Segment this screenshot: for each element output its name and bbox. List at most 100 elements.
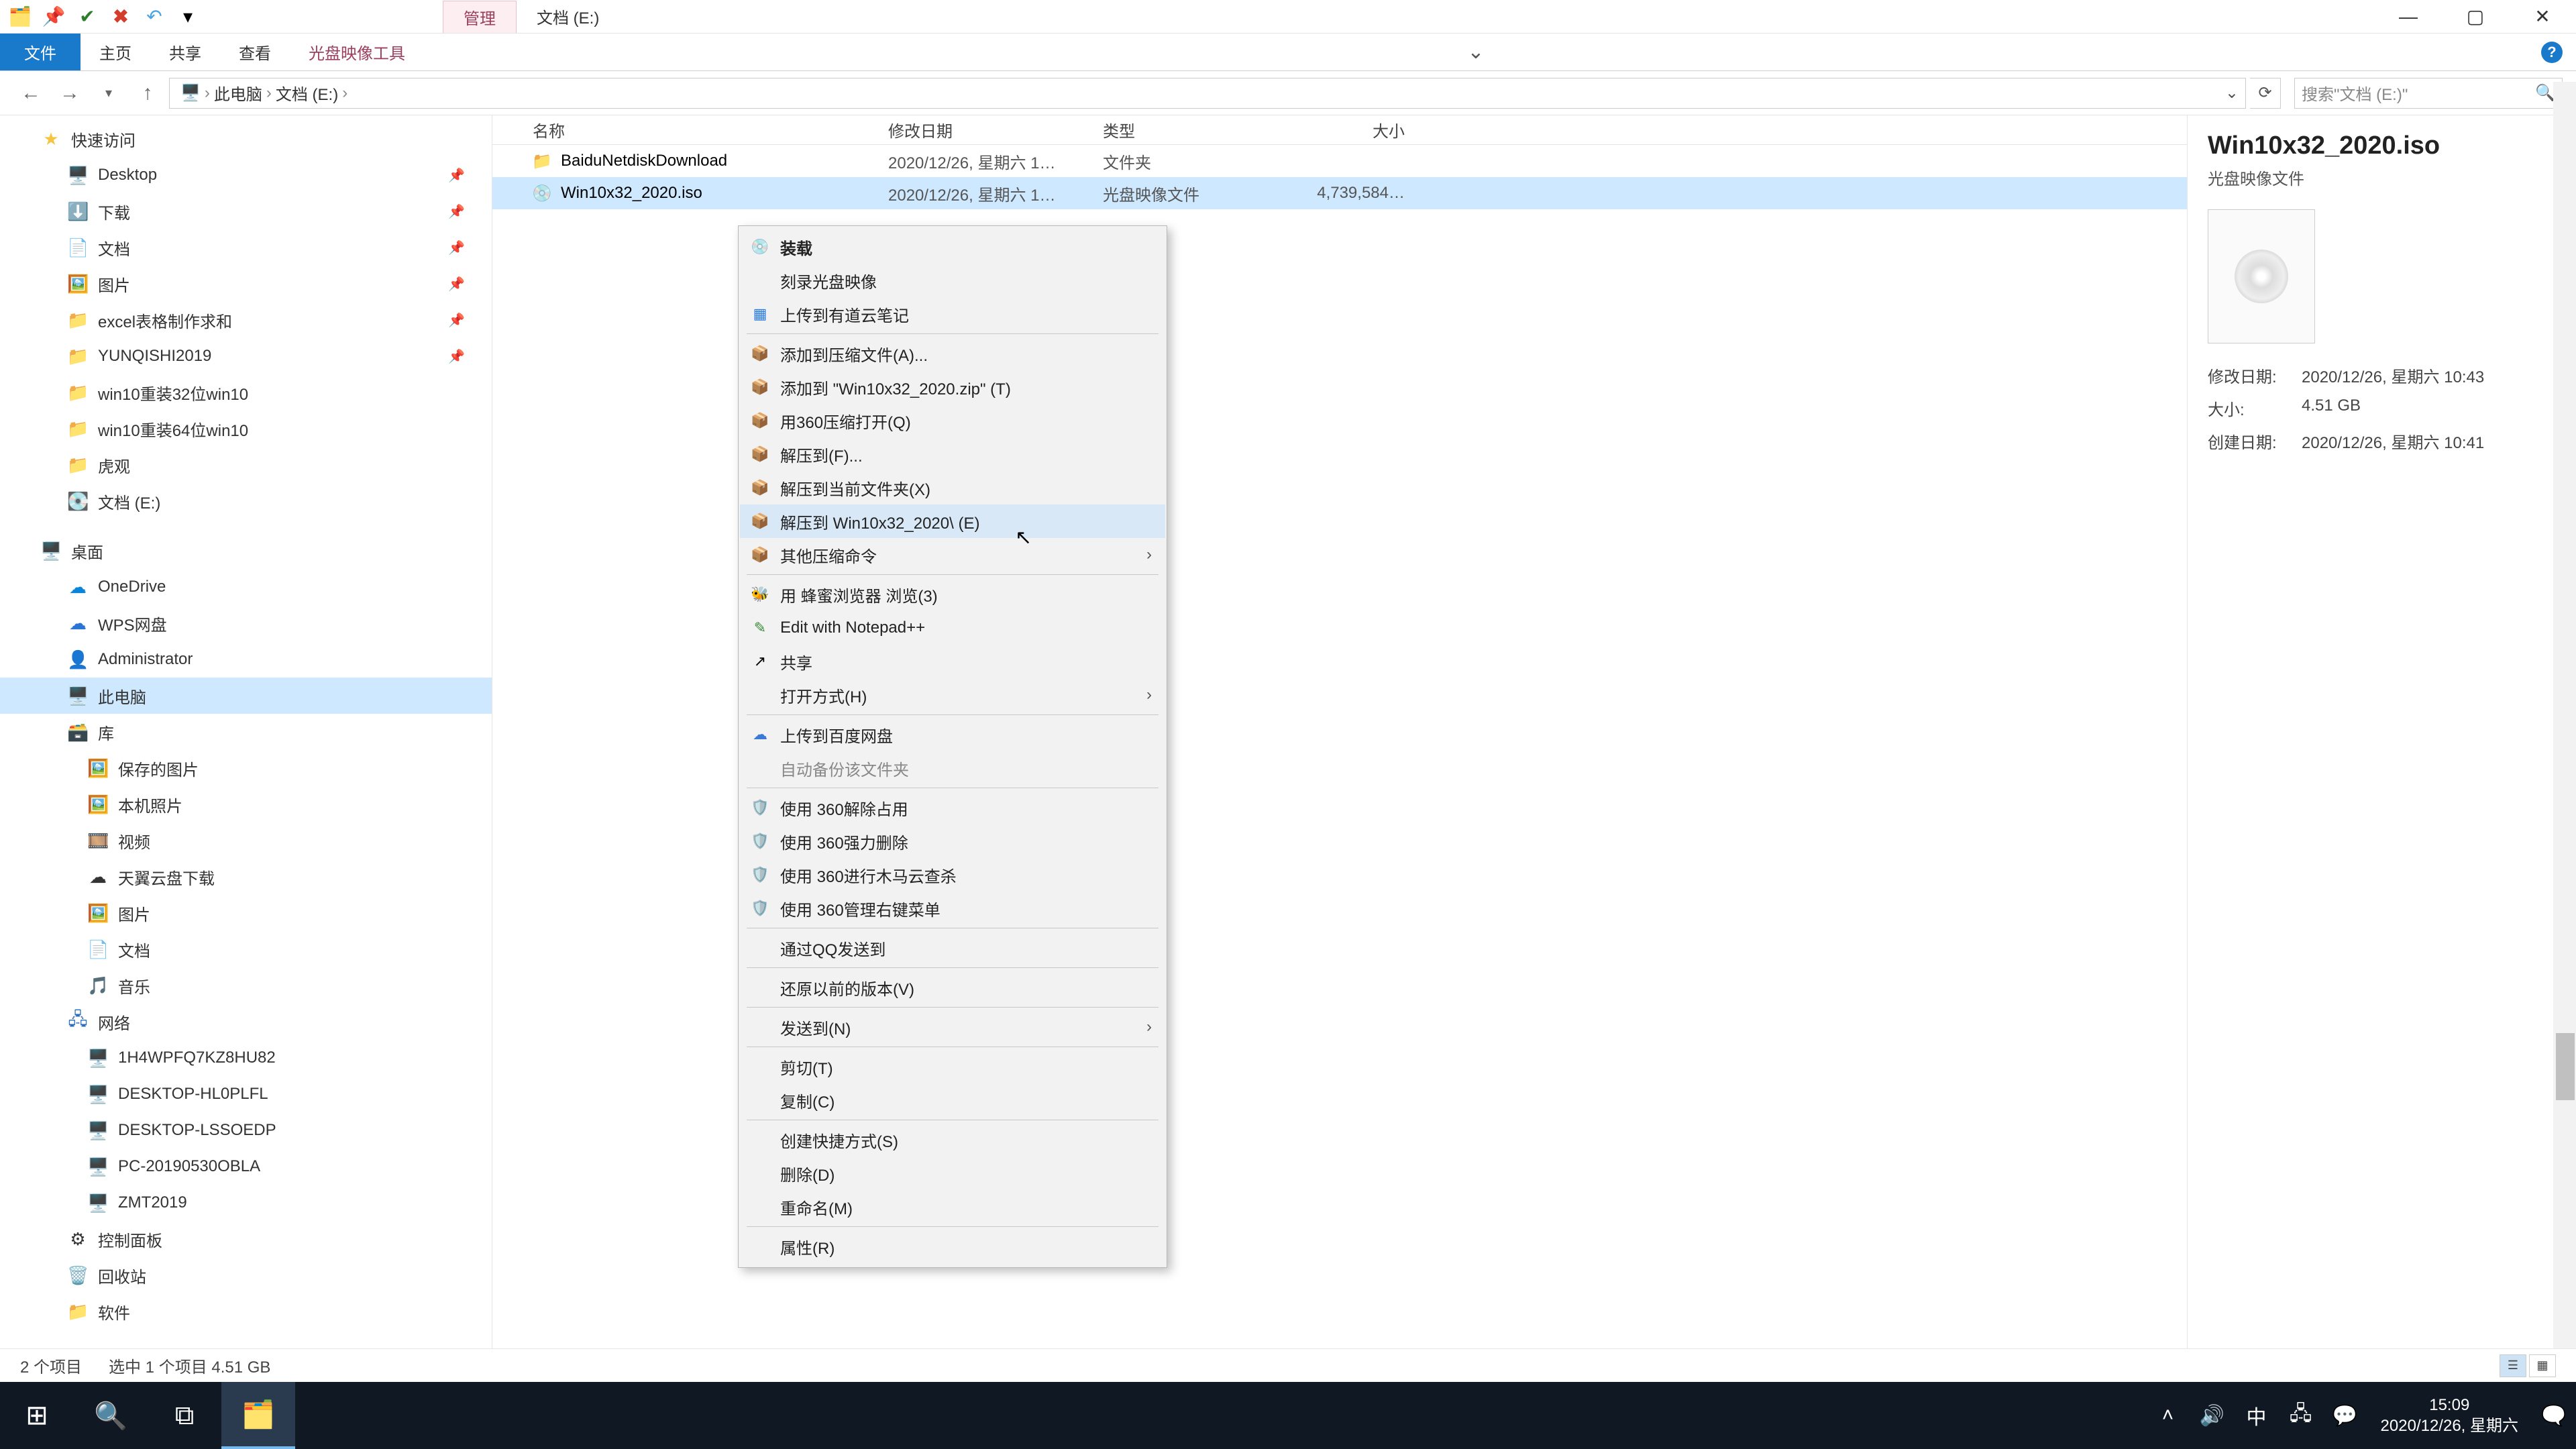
- clock[interactable]: 15:09 2020/12/26, 星期六: [2367, 1395, 2532, 1436]
- menu-360-trojan-scan[interactable]: 🛡️使用 360进行木马云查杀: [740, 858, 1165, 892]
- sidebar-control-panel[interactable]: ⚙控制面板: [0, 1221, 492, 1257]
- cross-icon[interactable]: ✖: [107, 3, 134, 30]
- ribbon-min-icon[interactable]: ⌄: [1467, 40, 1484, 64]
- menu-share[interactable]: ↗共享: [740, 645, 1165, 678]
- sidebar-admin[interactable]: 👤Administrator: [0, 641, 492, 678]
- menu-extract-to[interactable]: 📦解压到(F)...: [740, 437, 1165, 471]
- sidebar-item[interactable]: 🖼️保存的图片: [0, 750, 492, 786]
- col-date[interactable]: 修改日期: [888, 118, 1103, 142]
- table-row-selected[interactable]: 💿Win10x32_2020.iso 2020/12/26, 星期六 1… 光盘…: [492, 177, 2187, 209]
- sidebar-this-pc[interactable]: 🖥️此电脑: [0, 678, 492, 714]
- notification-icon[interactable]: 🗨️: [2532, 1382, 2576, 1449]
- menu-open-with[interactable]: 打开方式(H)›: [740, 678, 1165, 712]
- menu-rename[interactable]: 重命名(M): [740, 1190, 1165, 1224]
- sidebar-wps[interactable]: ☁WPS网盘: [0, 605, 492, 641]
- menu-360-unlock[interactable]: 🛡️使用 360解除占用: [740, 791, 1165, 824]
- menu-cut[interactable]: 剪切(T): [740, 1050, 1165, 1083]
- tab-view[interactable]: 查看: [220, 34, 290, 70]
- sidebar-item[interactable]: 🎞️视频: [0, 822, 492, 859]
- col-size[interactable]: 大小: [1291, 118, 1425, 142]
- chevron-down-icon[interactable]: ⌄: [2225, 83, 2239, 103]
- menu-add-zip[interactable]: 📦添加到 "Win10x32_2020.zip" (T): [740, 370, 1165, 404]
- menu-restore-previous[interactable]: 还原以前的版本(V): [740, 971, 1165, 1004]
- col-name[interactable]: 名称: [492, 118, 888, 142]
- ime-indicator[interactable]: 中: [2235, 1382, 2279, 1449]
- col-type[interactable]: 类型: [1103, 118, 1291, 142]
- start-button[interactable]: ⊞: [0, 1382, 74, 1449]
- sidebar-item[interactable]: ⬇️下载📌: [0, 193, 492, 229]
- maximize-button[interactable]: ▢: [2442, 0, 2509, 34]
- help-icon[interactable]: ?: [2541, 42, 2563, 63]
- sidebar-item[interactable]: 💽文档 (E:): [0, 483, 492, 519]
- forward-button[interactable]: →: [52, 78, 87, 108]
- view-icons-button[interactable]: ▦: [2529, 1354, 2556, 1377]
- menu-extract-dir[interactable]: 📦解压到 Win10x32_2020\ (E): [740, 504, 1165, 538]
- sidebar-item[interactable]: 🖥️1H4WPFQ7KZ8HU82: [0, 1040, 492, 1076]
- menu-qq-send[interactable]: 通过QQ发送到: [740, 931, 1165, 965]
- sidebar-item[interactable]: 🖥️Desktop📌: [0, 157, 492, 193]
- menu-youdao[interactable]: ▦上传到有道云笔记: [740, 297, 1165, 331]
- tab-disc-tools[interactable]: 光盘映像工具: [290, 34, 424, 70]
- manage-contextual-tab[interactable]: 管理: [443, 1, 517, 33]
- sidebar-item[interactable]: ☁天翼云盘下载: [0, 859, 492, 895]
- minimize-button[interactable]: —: [2375, 0, 2442, 34]
- sidebar-desktop[interactable]: 🖥️桌面: [0, 533, 492, 569]
- check-icon[interactable]: ✔: [74, 3, 101, 30]
- menu-create-shortcut[interactable]: 创建快捷方式(S): [740, 1123, 1165, 1157]
- sidebar-item[interactable]: 🖥️ZMT2019: [0, 1185, 492, 1221]
- volume-icon[interactable]: 🔊: [2190, 1382, 2235, 1449]
- menu-copy[interactable]: 复制(C): [740, 1083, 1165, 1117]
- sidebar-item[interactable]: 📄文档📌: [0, 229, 492, 266]
- menu-bee-browse[interactable]: 🐝用 蜂蜜浏览器 浏览(3): [740, 578, 1165, 611]
- sidebar-item[interactable]: 🖥️DESKTOP-LSSOEDP: [0, 1112, 492, 1148]
- sidebar-item[interactable]: 🖼️图片: [0, 895, 492, 931]
- back-button[interactable]: ←: [13, 78, 48, 108]
- menu-360-manage-menu[interactable]: 🛡️使用 360管理右键菜单: [740, 892, 1165, 925]
- sidebar-item[interactable]: 🖼️本机照片: [0, 786, 492, 822]
- table-row[interactable]: 📁BaiduNetdiskDownload 2020/12/26, 星期六 1……: [492, 145, 2187, 177]
- close-button[interactable]: ✕: [2509, 0, 2576, 34]
- tray-expand-icon[interactable]: ˄: [2146, 1382, 2190, 1449]
- sidebar-libraries[interactable]: 🗃️库: [0, 714, 492, 750]
- sidebar-recycle-bin[interactable]: 🗑️回收站: [0, 1257, 492, 1293]
- menu-other-compress[interactable]: 📦其他压缩命令›: [740, 538, 1165, 572]
- menu-delete[interactable]: 删除(D): [740, 1157, 1165, 1190]
- pin-icon[interactable]: 📌: [40, 3, 67, 30]
- menu-notepad[interactable]: ✎Edit with Notepad++: [740, 611, 1165, 645]
- network-icon[interactable]: 🖧: [2279, 1382, 2323, 1449]
- crumb-drive[interactable]: 文档 (E:): [272, 81, 342, 105]
- menu-extract-here[interactable]: 📦解压到当前文件夹(X): [740, 471, 1165, 504]
- undo-icon[interactable]: ↶: [141, 3, 168, 30]
- menu-360-force-delete[interactable]: 🛡️使用 360强力删除: [740, 824, 1165, 858]
- breadcrumb[interactable]: 🖥️ › 此电脑 › 文档 (E:) › ⌄: [169, 78, 2246, 109]
- menu-baidu-upload[interactable]: ☁上传到百度网盘: [740, 718, 1165, 751]
- search-input[interactable]: 搜索"文档 (E:)" 🔍: [2294, 78, 2563, 109]
- recent-dropdown[interactable]: ▾: [91, 78, 126, 108]
- sidebar-item[interactable]: 📁YUNQISHI2019📌: [0, 338, 492, 374]
- explorer-taskbar[interactable]: 🗂️: [221, 1382, 295, 1449]
- sidebar-item[interactable]: 🖥️DESKTOP-HL0PLFL: [0, 1076, 492, 1112]
- sidebar-quick-access[interactable]: ★快速访问: [0, 121, 492, 157]
- menu-open-360[interactable]: 📦用360压缩打开(Q): [740, 404, 1165, 437]
- sidebar-item[interactable]: 🎵音乐: [0, 967, 492, 1004]
- scrollbar-thumb[interactable]: [2556, 1033, 2575, 1100]
- up-button[interactable]: ↑: [130, 78, 165, 108]
- view-details-button[interactable]: ☰: [2500, 1354, 2526, 1377]
- sidebar-item[interactable]: 📁win10重装64位win10: [0, 411, 492, 447]
- menu-properties[interactable]: 属性(R): [740, 1230, 1165, 1263]
- tab-home[interactable]: 主页: [80, 34, 150, 70]
- search-button[interactable]: 🔍: [74, 1382, 148, 1449]
- menu-burn[interactable]: 刻录光盘映像: [740, 264, 1165, 297]
- sidebar-item[interactable]: 🖥️PC-20190530OBLA: [0, 1148, 492, 1185]
- sidebar-software[interactable]: 📁软件: [0, 1293, 492, 1330]
- menu-send-to[interactable]: 发送到(N)›: [740, 1010, 1165, 1044]
- menu-add-archive[interactable]: 📦添加到压缩文件(A)...: [740, 337, 1165, 370]
- sidebar-item[interactable]: 📁虎观: [0, 447, 492, 483]
- sidebar-item[interactable]: 📁win10重装32位win10: [0, 374, 492, 411]
- sidebar-item[interactable]: 🖼️图片📌: [0, 266, 492, 302]
- tab-share[interactable]: 共享: [150, 34, 220, 70]
- refresh-button[interactable]: ⟳: [2250, 78, 2281, 109]
- sidebar-onedrive[interactable]: ☁OneDrive: [0, 569, 492, 605]
- menu-mount[interactable]: 💿装载: [740, 230, 1165, 264]
- sidebar-item[interactable]: 📁excel表格制作求和📌: [0, 302, 492, 338]
